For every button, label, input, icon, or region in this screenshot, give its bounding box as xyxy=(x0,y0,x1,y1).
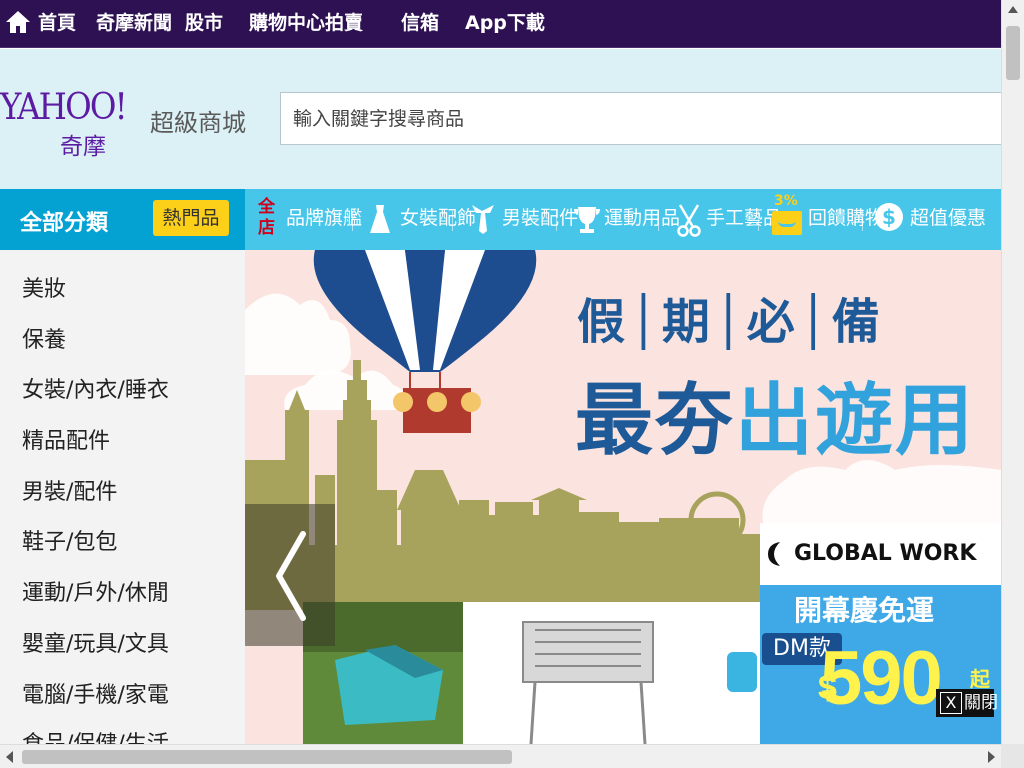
category-link-crafts[interactable]: 手工藝品 xyxy=(706,189,782,250)
category-link-brand[interactable]: 品牌旗艦 xyxy=(286,189,362,250)
scrollbar-corner xyxy=(1001,744,1024,768)
sidebar-item-food[interactable]: 食品/保健/生活 xyxy=(22,730,169,744)
banner-subheadline: 假│期│必│備 xyxy=(577,294,884,350)
banner-prev-button[interactable] xyxy=(245,504,335,646)
logo-chinese: 奇摩 xyxy=(60,134,106,160)
sidebar-item-makeup[interactable]: 美妝 xyxy=(22,275,66,305)
chevron-left-icon xyxy=(276,531,306,621)
ad-brand-name: GLOBAL WORK xyxy=(794,541,977,566)
category-divider xyxy=(452,211,453,231)
scroll-up-icon[interactable] xyxy=(1008,6,1018,13)
dollar-coin-icon: $ xyxy=(875,203,903,231)
ad-brand-bar: GLOBAL WORK xyxy=(760,523,1001,585)
mall-name[interactable]: 超級商城 xyxy=(150,103,246,138)
nav-mail[interactable]: 信箱 xyxy=(401,0,439,48)
ad-close-label: 關閉 xyxy=(964,693,998,713)
category-divider xyxy=(556,211,557,231)
sidebar-item-women[interactable]: 女裝/內衣/睡衣 xyxy=(22,376,169,406)
sidebar-item-shoes-bags[interactable]: 鞋子/包包 xyxy=(22,528,117,558)
brand-logo-icon xyxy=(768,542,780,566)
yahoo-logo[interactable]: YAHOO! 奇摩 xyxy=(0,87,150,160)
top-navigation: 首頁 奇摩新聞 股市 購物中心 拍賣 信箱 App下載 xyxy=(0,0,1001,48)
nav-shopping-center[interactable]: 購物中心 xyxy=(249,0,325,48)
nav-home[interactable]: 首頁 xyxy=(38,0,76,48)
close-icon: X xyxy=(940,692,962,714)
nav-auction[interactable]: 拍賣 xyxy=(325,0,363,48)
banner-headline-part2: 出遊用 xyxy=(735,375,976,466)
sidebar-item-accessories[interactable]: 精品配件 xyxy=(22,427,110,457)
all-categories-panel[interactable]: 全部分類 熱門品 xyxy=(0,189,245,250)
category-divider xyxy=(758,211,759,231)
category-link-women[interactable]: 女裝配飾 xyxy=(400,189,476,250)
scissors-icon xyxy=(677,204,701,237)
cashback-icon-text: 3% xyxy=(774,193,798,209)
scroll-left-icon[interactable] xyxy=(6,751,13,763)
sidebar-item-skincare[interactable]: 保養 xyxy=(22,326,66,356)
ad-price: 590 xyxy=(820,636,943,721)
banner-headline-part1: 最夯 xyxy=(575,375,736,466)
category-divider xyxy=(658,211,659,231)
sidebar-item-kids[interactable]: 嬰童/玩具/文具 xyxy=(22,630,169,660)
ad-headline: 開幕慶免運 xyxy=(794,594,935,627)
tie-icon xyxy=(472,205,494,234)
ad-price-suffix: 起 xyxy=(970,667,990,691)
nav-app-download[interactable]: App下載 xyxy=(465,0,545,48)
home-icon[interactable] xyxy=(4,9,32,35)
horizontal-scrollbar[interactable] xyxy=(0,744,1001,768)
horizontal-scroll-thumb[interactable] xyxy=(22,750,512,764)
site-header: YAHOO! 奇摩 超級商城 xyxy=(0,49,1001,189)
nav-stocks[interactable]: 股市 xyxy=(185,0,223,48)
logo-wordmark: YAHOO! xyxy=(0,87,128,128)
category-link-cashback[interactable]: 回饋購物 xyxy=(808,189,884,250)
sidebar-item-men[interactable]: 男裝/配件 xyxy=(22,478,117,508)
all-store-icon-text: 全店 xyxy=(258,197,275,238)
ad-promo-panel: 開幕慶免運 DM款 $ 590 起 xyxy=(760,585,1001,744)
category-link-sports[interactable]: 運動用品 xyxy=(604,189,680,250)
category-sidebar: 美妝 保養 女裝/內衣/睡衣 精品配件 男裝/配件 鞋子/包包 運動/戶外/休閒… xyxy=(0,250,245,744)
dress-icon xyxy=(370,205,390,233)
browser-viewport: 首頁 奇摩新聞 股市 購物中心 拍賣 信箱 App下載 YAHOO! 奇摩 超級… xyxy=(0,0,1024,768)
scroll-right-icon[interactable] xyxy=(988,751,995,763)
hot-items-button[interactable]: 熱門品 xyxy=(153,200,229,236)
sidebar-item-electronics[interactable]: 電腦/手機/家電 xyxy=(22,681,169,711)
category-link-deals[interactable]: 超值優惠 xyxy=(910,189,986,250)
all-store-icon: 全店 xyxy=(258,197,280,239)
category-bar: 全部分類 熱門品 全店 品牌旗艦 女裝配飾 男裝配件 運動用品 手工藝品 3% … xyxy=(0,189,1001,250)
banner-headline: 最夯出遊用 xyxy=(575,358,975,470)
all-categories-label: 全部分類 xyxy=(20,211,109,236)
category-divider xyxy=(862,211,863,231)
floating-ad[interactable]: GLOBAL WORK 開幕慶免運 DM款 $ 590 起 X 關閉 xyxy=(760,523,1001,744)
category-divider xyxy=(352,211,353,231)
sidebar-item-sports[interactable]: 運動/戶外/休閒 xyxy=(22,579,169,609)
nav-news[interactable]: 奇摩新聞 xyxy=(96,0,172,48)
category-link-men[interactable]: 男裝配件 xyxy=(502,189,578,250)
trophy-icon xyxy=(574,207,600,233)
svg-text:$: $ xyxy=(882,205,896,229)
ad-close-button[interactable]: X 關閉 xyxy=(936,689,998,717)
vertical-scroll-thumb[interactable] xyxy=(1006,26,1020,80)
search-input[interactable] xyxy=(280,92,1001,145)
cashback-icon: 3% xyxy=(772,193,804,239)
vertical-scrollbar[interactable] xyxy=(1001,0,1024,744)
